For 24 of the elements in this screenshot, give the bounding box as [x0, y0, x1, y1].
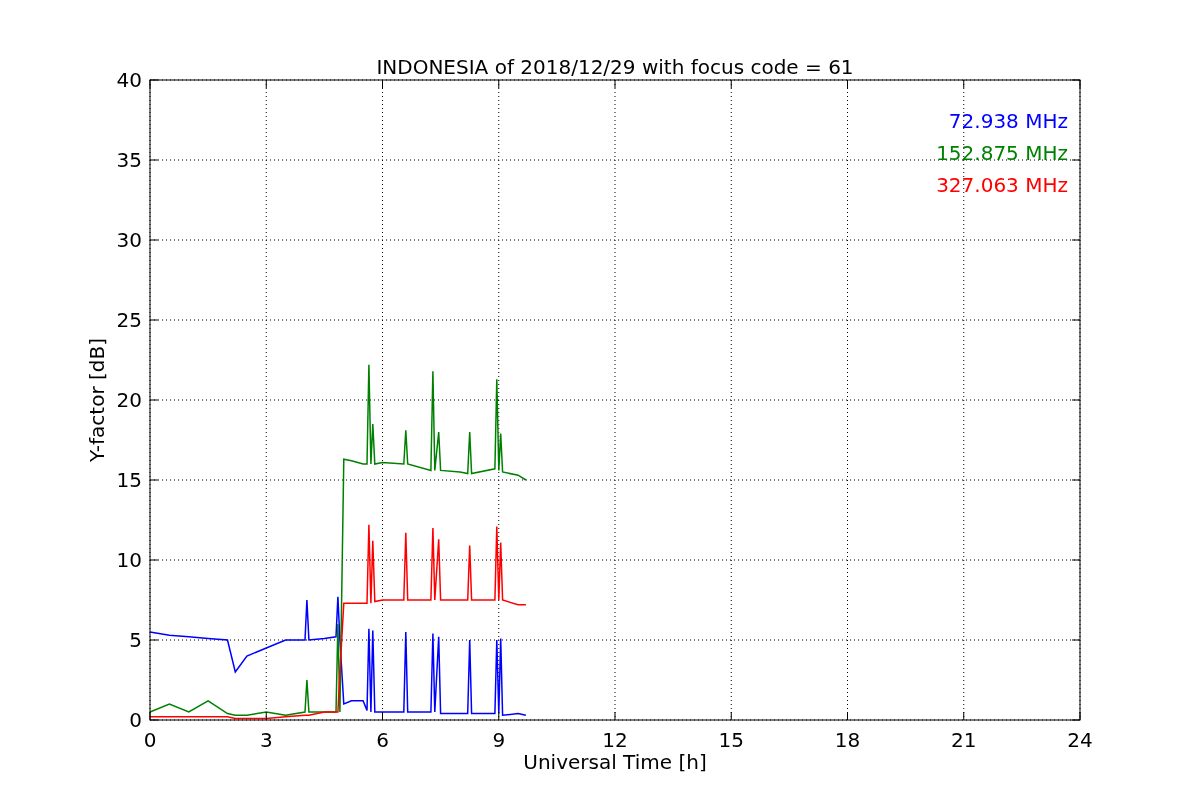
tick-label: 40: [116, 68, 142, 92]
tick-label: 6: [376, 728, 389, 752]
tick-label: 9: [492, 728, 506, 752]
tick-label: 12: [602, 728, 628, 752]
tick-label: 3: [259, 728, 273, 752]
chart-title: INDONESIA of 2018/12/29 with focus code = 61: [376, 55, 854, 79]
tick-label: 15: [718, 728, 744, 752]
legend-label: 327.063 MHz: [936, 173, 1068, 197]
tick-label: 18: [834, 728, 861, 752]
tick-label: 15: [116, 468, 142, 492]
tick-label: 21: [951, 728, 977, 752]
axis-label: Y-factor [dB]: [85, 338, 109, 462]
tick-label: 20: [116, 388, 142, 412]
tick-label: 25: [116, 308, 142, 332]
tick-label: 5: [129, 628, 142, 652]
legend-label: 72.938 MHz: [948, 109, 1068, 133]
tick-label: 35: [116, 148, 142, 172]
tick-label: 30: [116, 228, 142, 252]
tick-label: 0: [129, 708, 142, 732]
axis-label: Universal Time [h]: [523, 750, 707, 774]
legend-label: 152.875 MHz: [936, 141, 1068, 165]
tick-label: 24: [1067, 728, 1093, 752]
tick-label: 0: [143, 728, 157, 752]
tick-label: 10: [116, 548, 142, 572]
